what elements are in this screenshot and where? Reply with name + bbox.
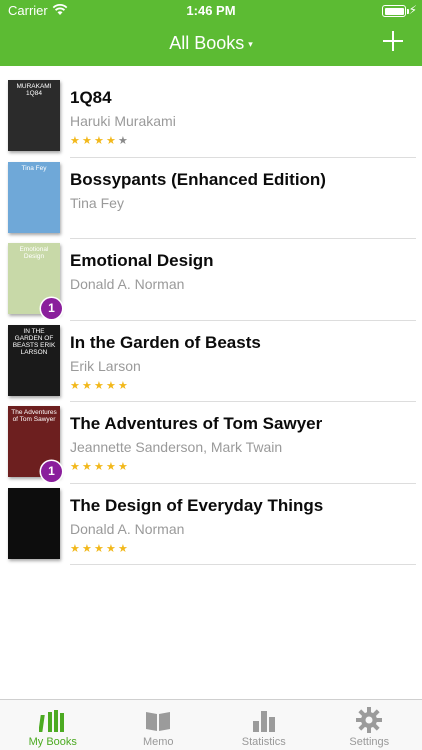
book-title: Bossypants (Enhanced Edition) (70, 169, 326, 189)
cover-lettering: Tina Fey (21, 164, 47, 172)
filter-title-dropdown[interactable]: All Books ▾ (0, 33, 422, 54)
book-title: The Adventures of Tom Sawyer (70, 414, 323, 433)
tab-settings[interactable]: Settings (317, 700, 422, 750)
bar-chart-icon (252, 711, 275, 732)
book-row[interactable]: MURAKAMI 1Q84 1Q84 Haruki Murakami ★ ★ ★ ★ ★ (0, 76, 422, 158)
cover-lettering: Emotional Design (19, 246, 49, 260)
row-divider (70, 564, 416, 565)
book-row[interactable]: The Design of Everyday Things Donald A. N… (0, 484, 422, 565)
star-filled-icon: ★ (106, 135, 116, 147)
tab-statistics[interactable]: Statistics (211, 700, 317, 750)
star-filled-icon: ★ (70, 542, 80, 555)
book-title: The Design of Everyday Things (70, 495, 324, 515)
star-filled-icon: ★ (70, 379, 80, 392)
star-rating: ★ ★ ★ ★ ★ (70, 136, 129, 148)
book-title: In the Garden of Beasts (70, 332, 261, 352)
book-cover-image: MURAKAMI 1Q84 (8, 80, 60, 151)
open-book-icon (146, 712, 171, 731)
star-filled-icon: ★ (94, 379, 104, 392)
cover-lettering: The Adventures of Tom Sawyer (11, 409, 57, 423)
star-filled-icon: ★ (106, 542, 116, 555)
tab-memo[interactable]: Memo (106, 700, 212, 750)
star-filled-icon: ★ (70, 461, 80, 473)
star-rating: ★ ★ ★ ★ ★ (70, 379, 129, 393)
battery-icon (382, 5, 406, 17)
chevron-down-icon: ▾ (248, 38, 253, 49)
book-author: Jeannette Sanderson, Mark Twain (70, 439, 283, 455)
book-author: Haruki Murakami (70, 113, 176, 129)
book-author: Donald A. Norman (70, 520, 185, 537)
book-row[interactable]: Emotional Design 1 Emotional Design Donald … (0, 239, 422, 321)
star-filled-icon: ★ (94, 542, 104, 555)
book-row[interactable]: IN THE GARDEN OF BEASTS ERIK LARSON In th… (0, 321, 422, 402)
books-icon (38, 710, 64, 732)
gear-icon (356, 707, 383, 733)
star-filled-icon: ★ (118, 461, 128, 473)
book-row[interactable]: Tina Fey Bossypants (Enhanced Edition) Tin… (0, 158, 422, 239)
star-filled-icon: ★ (106, 379, 116, 392)
status-bar: Carrier 1:46 PM ⚡ (0, 0, 422, 22)
tab-bar: My Books Memo Statistics Settings (0, 699, 422, 750)
tab-my-books[interactable]: My Books (0, 700, 106, 750)
add-book-button[interactable] (382, 30, 404, 52)
star-filled-icon: ★ (82, 135, 92, 147)
tab-label: Memo (142, 736, 174, 748)
memo-count-badge: 1 (41, 298, 62, 319)
star-filled-icon: ★ (70, 135, 80, 147)
star-filled-icon: ★ (94, 461, 104, 473)
star-empty-icon: ★ (118, 135, 128, 147)
star-filled-icon: ★ (118, 542, 128, 555)
cover-lettering: MURAKAMI 1Q84 (16, 83, 52, 97)
tab-label: Settings (349, 736, 390, 748)
star-filled-icon: ★ (82, 542, 92, 555)
star-filled-icon: ★ (106, 461, 116, 473)
memo-count-badge: 1 (41, 461, 62, 482)
book-author: Tina Fey (70, 194, 124, 211)
star-filled-icon: ★ (82, 461, 92, 473)
book-cover-image (8, 487, 60, 559)
charging-bolt-icon: ⚡ (408, 3, 417, 17)
book-cover-image: Tina Fey (8, 161, 60, 233)
status-time: 1:46 PM (186, 3, 236, 18)
tab-label: Statistics (241, 736, 286, 748)
book-author: Erik Larson (70, 357, 141, 374)
star-filled-icon: ★ (82, 379, 92, 392)
book-title: Emotional Design (70, 251, 214, 270)
book-title: 1Q84 (70, 88, 112, 107)
nav-title-label: All Books (169, 33, 245, 53)
star-filled-icon: ★ (118, 379, 128, 392)
star-rating: ★ ★ ★ ★ ★ (70, 462, 129, 474)
nav-header: Carrier 1:46 PM ⚡ All Books ▾ (0, 0, 422, 66)
cover-lettering: IN THE GARDEN OF BEASTS ERIK LARSON (12, 327, 56, 356)
book-row[interactable]: The Adventures of Tom Sawyer 1 The Adventu… (0, 402, 422, 484)
star-rating: ★ ★ ★ ★ ★ (70, 542, 129, 556)
tab-label: My Books (28, 736, 77, 748)
book-cover-image: IN THE GARDEN OF BEASTS ERIK LARSON (8, 324, 60, 396)
book-list: MURAKAMI 1Q84 1Q84 Haruki Murakami ★ ★ ★ ★ ★ Tin… (0, 76, 422, 565)
book-author: Donald A. Norman (70, 276, 185, 292)
star-filled-icon: ★ (94, 135, 104, 147)
